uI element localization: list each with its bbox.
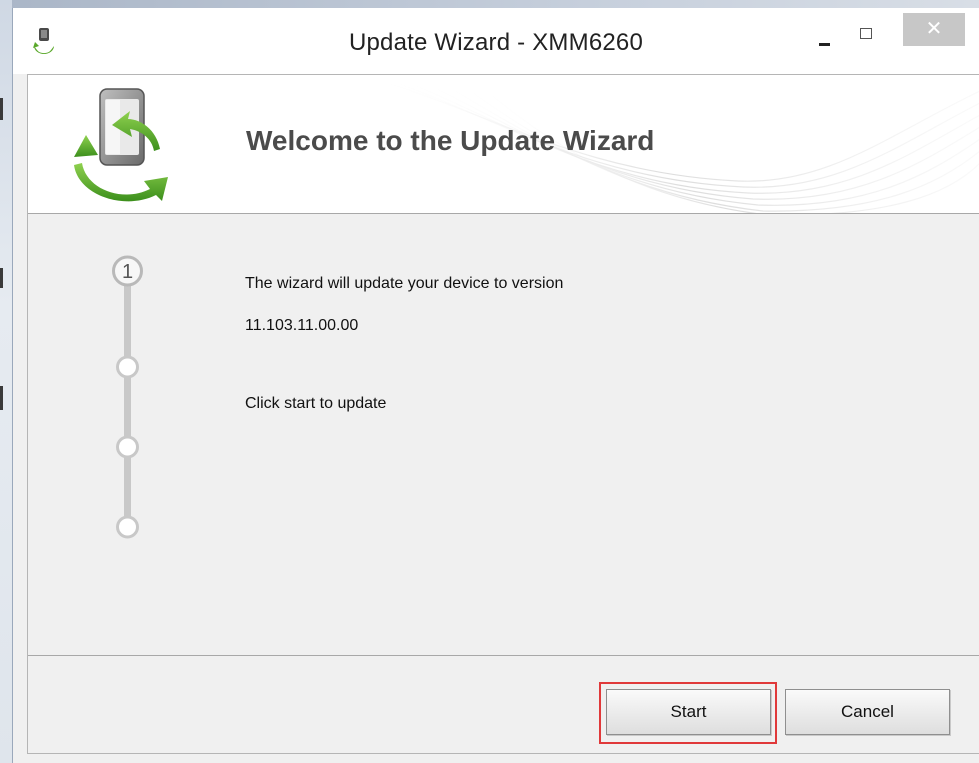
page-title: Welcome to the Update Wizard — [246, 125, 655, 156]
wizard-content: Welcome to the Update Wizard 1 The wizar… — [27, 74, 979, 754]
desktop-top-strip — [0, 0, 979, 8]
version-text: 11.103.11.00.00 — [245, 317, 359, 334]
update-wizard-window: Update Wizard - XMM6260 ✕ Welcome to the… — [12, 8, 979, 763]
step-progress-rail: 1 — [112, 255, 143, 539]
instruction-text: Click start to update — [245, 395, 387, 412]
title-bar[interactable]: Update Wizard - XMM6260 ✕ — [13, 8, 979, 74]
wizard-header: Welcome to the Update Wizard — [28, 75, 979, 214]
description-text: The wizard will update your device to ve… — [245, 275, 564, 292]
footer-divider — [28, 655, 979, 656]
cancel-button[interactable]: Cancel — [785, 689, 950, 735]
close-button[interactable]: ✕ — [903, 13, 965, 46]
start-button[interactable]: Start — [606, 689, 771, 735]
maximize-button[interactable] — [852, 22, 880, 46]
step-3-marker — [116, 435, 139, 459]
step-1-number: 1 — [122, 261, 133, 283]
minimize-button[interactable] — [810, 28, 838, 52]
desktop-left-strip — [0, 0, 12, 763]
step-2-marker — [116, 355, 139, 379]
close-icon: ✕ — [925, 18, 943, 40]
phone-sync-icon — [74, 88, 168, 202]
step-4-marker — [116, 515, 139, 539]
